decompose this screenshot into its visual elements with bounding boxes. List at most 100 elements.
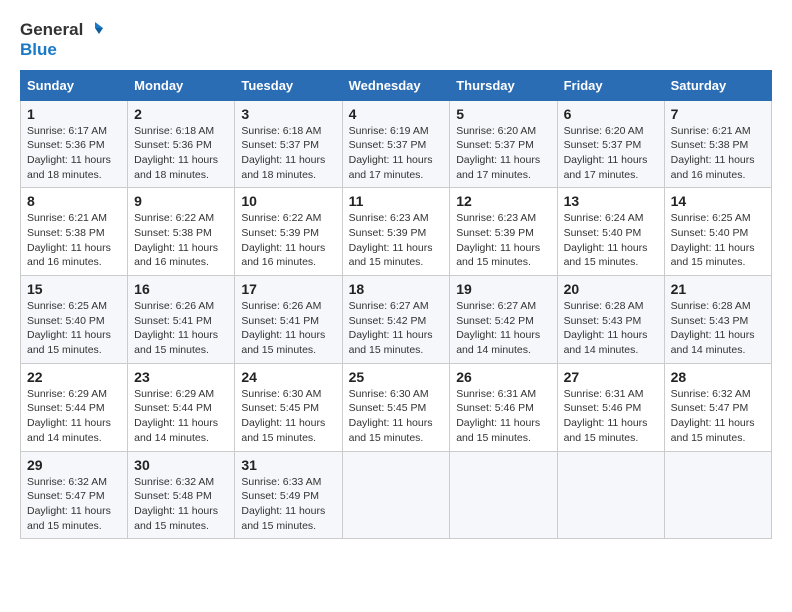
calendar-cell: 3 Sunrise: 6:18 AMSunset: 5:37 PMDaylight… xyxy=(235,100,342,188)
day-info: Sunrise: 6:20 AMSunset: 5:37 PMDaylight:… xyxy=(564,124,658,183)
day-info: Sunrise: 6:30 AMSunset: 5:45 PMDaylight:… xyxy=(349,387,444,446)
column-header-monday: Monday xyxy=(128,70,235,100)
day-info: Sunrise: 6:25 AMSunset: 5:40 PMDaylight:… xyxy=(671,211,765,270)
day-number: 21 xyxy=(671,281,765,297)
calendar-cell: 12 Sunrise: 6:23 AMSunset: 5:39 PMDayligh… xyxy=(450,188,557,276)
calendar-cell: 19 Sunrise: 6:27 AMSunset: 5:42 PMDayligh… xyxy=(450,276,557,364)
day-number: 12 xyxy=(456,193,550,209)
day-number: 20 xyxy=(564,281,658,297)
day-number: 9 xyxy=(134,193,228,209)
calendar-cell: 4 Sunrise: 6:19 AMSunset: 5:37 PMDaylight… xyxy=(342,100,450,188)
day-info: Sunrise: 6:30 AMSunset: 5:45 PMDaylight:… xyxy=(241,387,335,446)
day-info: Sunrise: 6:31 AMSunset: 5:46 PMDaylight:… xyxy=(456,387,550,446)
calendar-week-row: 8 Sunrise: 6:21 AMSunset: 5:38 PMDaylight… xyxy=(21,188,772,276)
calendar-cell: 1Sunrise: 6:17 AMSunset: 5:36 PMDaylight… xyxy=(21,100,128,188)
day-number: 14 xyxy=(671,193,765,209)
day-info: Sunrise: 6:26 AMSunset: 5:41 PMDaylight:… xyxy=(134,299,228,358)
calendar-cell: 6 Sunrise: 6:20 AMSunset: 5:37 PMDaylight… xyxy=(557,100,664,188)
day-number: 5 xyxy=(456,106,550,122)
calendar-cell: 20 Sunrise: 6:28 AMSunset: 5:43 PMDayligh… xyxy=(557,276,664,364)
day-info: Sunrise: 6:28 AMSunset: 5:43 PMDaylight:… xyxy=(564,299,658,358)
calendar-cell xyxy=(342,451,450,539)
day-info: Sunrise: 6:25 AMSunset: 5:40 PMDaylight:… xyxy=(27,299,121,358)
calendar-cell: 15Sunrise: 6:25 AMSunset: 5:40 PMDayligh… xyxy=(21,276,128,364)
day-number: 29 xyxy=(27,457,121,473)
day-number: 31 xyxy=(241,457,335,473)
calendar-week-row: 1Sunrise: 6:17 AMSunset: 5:36 PMDaylight… xyxy=(21,100,772,188)
day-number: 17 xyxy=(241,281,335,297)
calendar-cell: 9 Sunrise: 6:22 AMSunset: 5:38 PMDaylight… xyxy=(128,188,235,276)
day-number: 6 xyxy=(564,106,658,122)
calendar-cell: 22Sunrise: 6:29 AMSunset: 5:44 PMDayligh… xyxy=(21,363,128,451)
day-number: 4 xyxy=(349,106,444,122)
day-number: 2 xyxy=(134,106,228,122)
logo-flag-icon xyxy=(85,20,105,40)
day-number: 22 xyxy=(27,369,121,385)
calendar-cell: 7 Sunrise: 6:21 AMSunset: 5:38 PMDaylight… xyxy=(664,100,771,188)
calendar-cell: 5 Sunrise: 6:20 AMSunset: 5:37 PMDaylight… xyxy=(450,100,557,188)
calendar-cell: 25Sunrise: 6:30 AMSunset: 5:45 PMDayligh… xyxy=(342,363,450,451)
day-info: Sunrise: 6:22 AMSunset: 5:38 PMDaylight:… xyxy=(134,211,228,270)
day-number: 13 xyxy=(564,193,658,209)
calendar-cell: 28 Sunrise: 6:32 AMSunset: 5:47 PMDayligh… xyxy=(664,363,771,451)
column-header-thursday: Thursday xyxy=(450,70,557,100)
logo-general: General xyxy=(20,20,83,40)
logo: General Blue xyxy=(20,20,105,60)
page-header: General Blue xyxy=(20,20,772,60)
calendar-week-row: 22Sunrise: 6:29 AMSunset: 5:44 PMDayligh… xyxy=(21,363,772,451)
calendar-body: 1Sunrise: 6:17 AMSunset: 5:36 PMDaylight… xyxy=(21,100,772,539)
calendar-cell: 23Sunrise: 6:29 AMSunset: 5:44 PMDayligh… xyxy=(128,363,235,451)
column-header-sunday: Sunday xyxy=(21,70,128,100)
calendar-cell: 24 Sunrise: 6:30 AMSunset: 5:45 PMDayligh… xyxy=(235,363,342,451)
day-info: Sunrise: 6:32 AMSunset: 5:47 PMDaylight:… xyxy=(27,475,121,534)
calendar-cell xyxy=(664,451,771,539)
column-header-wednesday: Wednesday xyxy=(342,70,450,100)
day-info: Sunrise: 6:20 AMSunset: 5:37 PMDaylight:… xyxy=(456,124,550,183)
day-number: 23 xyxy=(134,369,228,385)
day-number: 30 xyxy=(134,457,228,473)
day-info: Sunrise: 6:33 AMSunset: 5:49 PMDaylight:… xyxy=(241,475,335,534)
day-info: Sunrise: 6:32 AMSunset: 5:47 PMDaylight:… xyxy=(671,387,765,446)
calendar-cell: 10Sunrise: 6:22 AMSunset: 5:39 PMDayligh… xyxy=(235,188,342,276)
day-info: Sunrise: 6:21 AMSunset: 5:38 PMDaylight:… xyxy=(27,211,121,270)
calendar-cell: 27Sunrise: 6:31 AMSunset: 5:46 PMDayligh… xyxy=(557,363,664,451)
day-info: Sunrise: 6:18 AMSunset: 5:37 PMDaylight:… xyxy=(241,124,335,183)
day-number: 3 xyxy=(241,106,335,122)
calendar-cell: 31 Sunrise: 6:33 AMSunset: 5:49 PMDayligh… xyxy=(235,451,342,539)
day-number: 7 xyxy=(671,106,765,122)
day-number: 24 xyxy=(241,369,335,385)
column-header-saturday: Saturday xyxy=(664,70,771,100)
calendar-cell: 2 Sunrise: 6:18 AMSunset: 5:36 PMDaylight… xyxy=(128,100,235,188)
calendar-cell: 17 Sunrise: 6:26 AMSunset: 5:41 PMDayligh… xyxy=(235,276,342,364)
column-header-friday: Friday xyxy=(557,70,664,100)
calendar-cell xyxy=(450,451,557,539)
day-info: Sunrise: 6:28 AMSunset: 5:43 PMDaylight:… xyxy=(671,299,765,358)
day-info: Sunrise: 6:22 AMSunset: 5:39 PMDaylight:… xyxy=(241,211,335,270)
calendar-week-row: 29 Sunrise: 6:32 AMSunset: 5:47 PMDayligh… xyxy=(21,451,772,539)
day-number: 28 xyxy=(671,369,765,385)
day-info: Sunrise: 6:24 AMSunset: 5:40 PMDaylight:… xyxy=(564,211,658,270)
calendar-cell: 11 Sunrise: 6:23 AMSunset: 5:39 PMDayligh… xyxy=(342,188,450,276)
day-info: Sunrise: 6:18 AMSunset: 5:36 PMDaylight:… xyxy=(134,124,228,183)
day-info: Sunrise: 6:23 AMSunset: 5:39 PMDaylight:… xyxy=(456,211,550,270)
calendar-table: SundayMondayTuesdayWednesdayThursdayFrid… xyxy=(20,70,772,540)
logo-blue: Blue xyxy=(20,40,57,60)
calendar-cell: 13 Sunrise: 6:24 AMSunset: 5:40 PMDayligh… xyxy=(557,188,664,276)
logo-container: General Blue xyxy=(20,20,105,60)
day-info: Sunrise: 6:27 AMSunset: 5:42 PMDaylight:… xyxy=(456,299,550,358)
day-info: Sunrise: 6:26 AMSunset: 5:41 PMDaylight:… xyxy=(241,299,335,358)
day-number: 8 xyxy=(27,193,121,209)
day-info: Sunrise: 6:21 AMSunset: 5:38 PMDaylight:… xyxy=(671,124,765,183)
day-number: 11 xyxy=(349,193,444,209)
calendar-cell: 16 Sunrise: 6:26 AMSunset: 5:41 PMDayligh… xyxy=(128,276,235,364)
day-info: Sunrise: 6:19 AMSunset: 5:37 PMDaylight:… xyxy=(349,124,444,183)
calendar-cell: 8 Sunrise: 6:21 AMSunset: 5:38 PMDaylight… xyxy=(21,188,128,276)
day-number: 16 xyxy=(134,281,228,297)
calendar-cell: 30Sunrise: 6:32 AMSunset: 5:48 PMDayligh… xyxy=(128,451,235,539)
calendar-week-row: 15Sunrise: 6:25 AMSunset: 5:40 PMDayligh… xyxy=(21,276,772,364)
day-info: Sunrise: 6:23 AMSunset: 5:39 PMDaylight:… xyxy=(349,211,444,270)
day-number: 19 xyxy=(456,281,550,297)
calendar-cell: 18Sunrise: 6:27 AMSunset: 5:42 PMDayligh… xyxy=(342,276,450,364)
day-number: 18 xyxy=(349,281,444,297)
day-number: 26 xyxy=(456,369,550,385)
